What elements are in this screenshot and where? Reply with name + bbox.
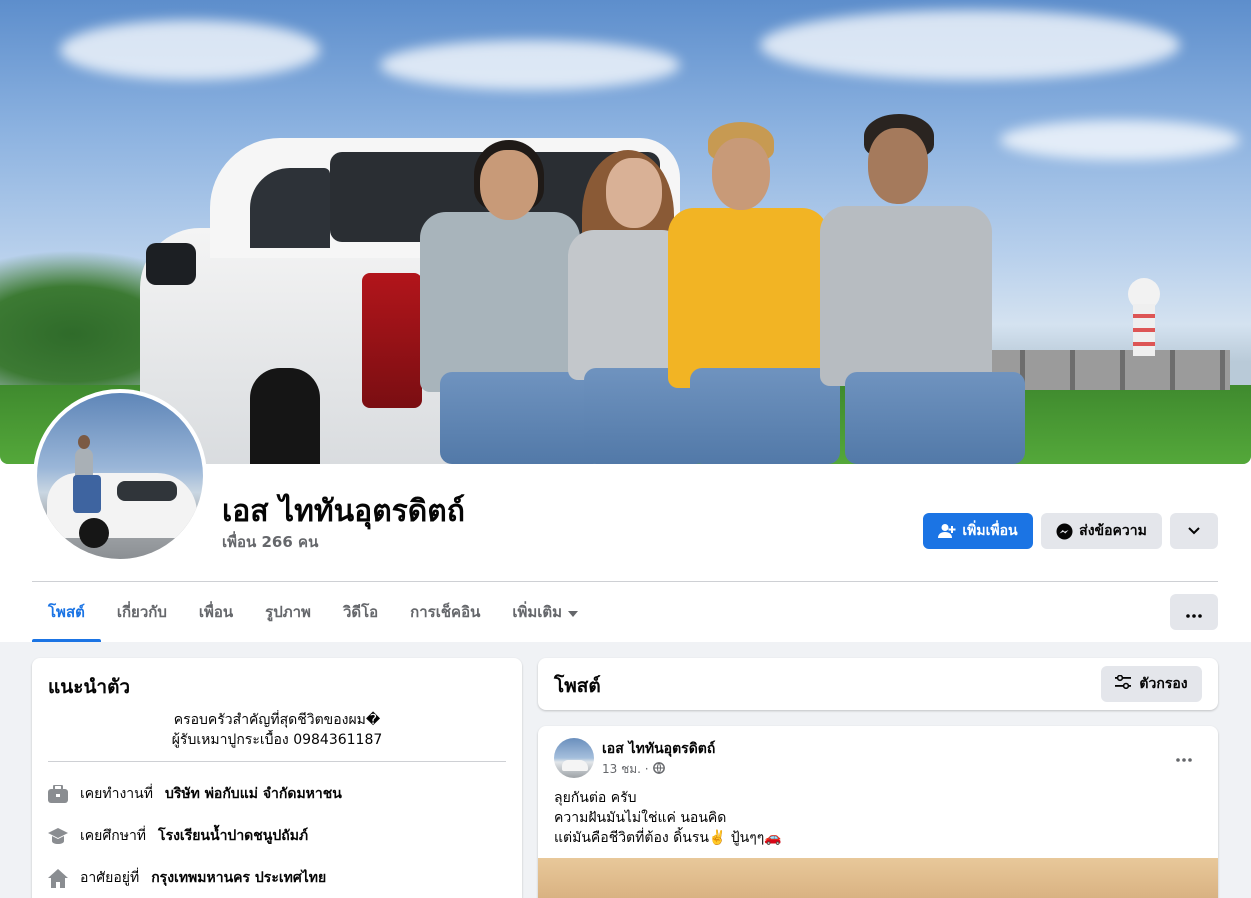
chevron-down-icon bbox=[1188, 527, 1200, 535]
filter-label: ตัวกรอง bbox=[1139, 676, 1188, 692]
cloud bbox=[380, 40, 680, 90]
person-torso bbox=[820, 206, 992, 386]
bio-line: ผู้รับเหมาปูกระเบื้อง 0984361187 bbox=[171, 732, 383, 748]
truck-wheel bbox=[250, 368, 320, 464]
tab-label: รูปภาพ bbox=[265, 603, 311, 621]
add-friend-button[interactable]: เพิ่มเพื่อน bbox=[923, 513, 1033, 549]
more-dots-icon bbox=[1176, 747, 1192, 766]
posts-title: โพสต์ bbox=[554, 675, 601, 697]
tab-label: โพสต์ bbox=[48, 603, 85, 621]
location-link[interactable]: กรุงเทพมหานคร ประเทศไทย bbox=[151, 867, 326, 889]
education-prefix: เคยศึกษาที่ bbox=[80, 828, 147, 844]
filter-sliders-icon bbox=[1115, 674, 1132, 693]
cloud bbox=[60, 20, 320, 80]
truck-side-window bbox=[250, 168, 330, 248]
man-torso bbox=[75, 448, 93, 478]
tab-label: การเช็คอิน bbox=[410, 603, 481, 621]
education-info: เคยศึกษาที่ โรงเรียนน้ำปาดชนูปถัมภ์ bbox=[48, 824, 308, 848]
messenger-icon bbox=[1056, 523, 1073, 540]
intro-title: แนะนำตัว bbox=[48, 676, 131, 698]
tab-photos[interactable]: รูปภาพ bbox=[249, 582, 327, 642]
cloud bbox=[760, 10, 1180, 80]
location-prefix: อาศัยอยู่ที่ bbox=[80, 870, 140, 886]
tab-about[interactable]: เกี่ยวกับ bbox=[101, 582, 183, 642]
post-card: เอส ไททันอุตรดิตถ์ 13 ชม. · ลุยกันต่อ คร… bbox=[538, 726, 1218, 898]
post-text-line: แต่มันคือชีวิตที่ต้อง ดิ้นรน✌️ ปู้นๆๆ🚗 bbox=[554, 830, 782, 846]
caret-down-icon bbox=[568, 603, 579, 621]
send-message-label: ส่งข้อความ bbox=[1079, 523, 1147, 539]
tab-label: เกี่ยวกับ bbox=[116, 603, 167, 621]
car-window bbox=[117, 481, 177, 501]
person-head bbox=[606, 158, 662, 228]
friends-count[interactable]: เพื่อน 266 คน bbox=[222, 530, 318, 554]
post-text-line: ลุยกันต่อ ครับ bbox=[554, 790, 637, 806]
globe-icon bbox=[652, 762, 665, 777]
tab-label: เพิ่มเติม bbox=[512, 603, 563, 621]
profile-picture[interactable] bbox=[33, 389, 207, 563]
person-head bbox=[480, 150, 538, 220]
home-icon bbox=[48, 868, 68, 888]
tab-more[interactable]: เพิ่มเติม bbox=[496, 582, 594, 642]
profile-header: เอส ไททันอุตรดิตถ์ เพื่อน 266 คน เพิ่มเพ… bbox=[0, 0, 1251, 642]
person-head bbox=[712, 138, 770, 210]
post-image[interactable] bbox=[538, 858, 1218, 898]
tab-label: วิดีโอ bbox=[342, 603, 379, 621]
man-legs bbox=[73, 475, 101, 513]
tab-videos[interactable]: วิดีโอ bbox=[327, 582, 394, 642]
bio-line: ครอบครัวสำคัญที่สุดชีวิตของผม� bbox=[173, 712, 381, 728]
send-message-button[interactable]: ส่งข้อความ bbox=[1041, 513, 1162, 549]
truck-taillight bbox=[362, 273, 422, 408]
posts-header-card: โพสต์ ตัวกรอง bbox=[538, 658, 1218, 710]
cloud bbox=[1000, 120, 1240, 160]
post-options-button[interactable] bbox=[1166, 744, 1202, 768]
truck-mirror bbox=[146, 243, 196, 285]
tab-posts[interactable]: โพสต์ bbox=[32, 582, 101, 642]
post-author-name[interactable]: เอส ไททันอุตรดิตถ์ bbox=[602, 738, 715, 760]
profile-name: เอส ไททันอุตรดิตถ์ bbox=[222, 494, 465, 529]
post-author-avatar[interactable] bbox=[554, 738, 594, 778]
person-legs bbox=[845, 372, 1025, 464]
person-torso bbox=[668, 208, 828, 388]
post-text-line: ความฝันมันไม่ใช่แค่ นอนคิด bbox=[554, 810, 727, 826]
person-legs bbox=[440, 372, 605, 464]
work-link[interactable]: บริษัท พ่อกับแม่ จำกัดมหาชน bbox=[165, 783, 342, 805]
person-torso bbox=[420, 212, 580, 392]
work-info: เคยทำงานที่ บริษัท พ่อกับแม่ จำกัดมหาชน bbox=[48, 782, 342, 806]
graduation-cap-icon bbox=[48, 826, 68, 846]
tab-label: เพื่อน bbox=[198, 603, 234, 621]
radar-tower bbox=[1133, 304, 1155, 356]
filter-button[interactable]: ตัวกรอง bbox=[1101, 666, 1202, 702]
profile-tabs: โพสต์ เกี่ยวกับ เพื่อน รูปภาพ วิดีโอ การ… bbox=[32, 582, 594, 642]
location-info: อาศัยอยู่ที่ กรุงเทพมหานคร ประเทศไทย bbox=[48, 866, 326, 890]
education-link[interactable]: โรงเรียนน้ำปาดชนูปถัมภ์ bbox=[158, 825, 308, 847]
person-legs bbox=[690, 368, 840, 464]
man-head bbox=[78, 435, 90, 449]
post-body: ลุยกันต่อ ครับ ความฝันมันไม่ใช่แค่ นอนคิ… bbox=[554, 788, 782, 848]
profile-more-button[interactable] bbox=[1170, 513, 1218, 549]
person-add-icon bbox=[938, 523, 956, 539]
bio: ครอบครัวสำคัญที่สุดชีวิตของผม� ผู้รับเหม… bbox=[48, 710, 506, 750]
profile-picture-image bbox=[37, 393, 203, 559]
tabs-overflow-button[interactable] bbox=[1170, 594, 1218, 630]
briefcase-icon bbox=[48, 784, 68, 804]
intro-divider bbox=[48, 761, 506, 762]
cover-photo[interactable] bbox=[0, 0, 1251, 464]
tab-friends[interactable]: เพื่อน bbox=[183, 582, 249, 642]
add-friend-label: เพิ่มเพื่อน bbox=[962, 523, 1018, 539]
tab-checkins[interactable]: การเช็คอิน bbox=[394, 582, 496, 642]
person-head bbox=[868, 128, 928, 204]
intro-card: แนะนำตัว ครอบครัวสำคัญที่สุดชีวิตของผม� … bbox=[32, 658, 522, 898]
work-prefix: เคยทำงานที่ bbox=[80, 786, 153, 802]
post-meta: 13 ชม. · bbox=[602, 760, 665, 779]
car-wheel bbox=[79, 518, 109, 548]
post-timestamp[interactable]: 13 ชม. · bbox=[602, 760, 649, 779]
more-dots-icon bbox=[1186, 603, 1202, 622]
